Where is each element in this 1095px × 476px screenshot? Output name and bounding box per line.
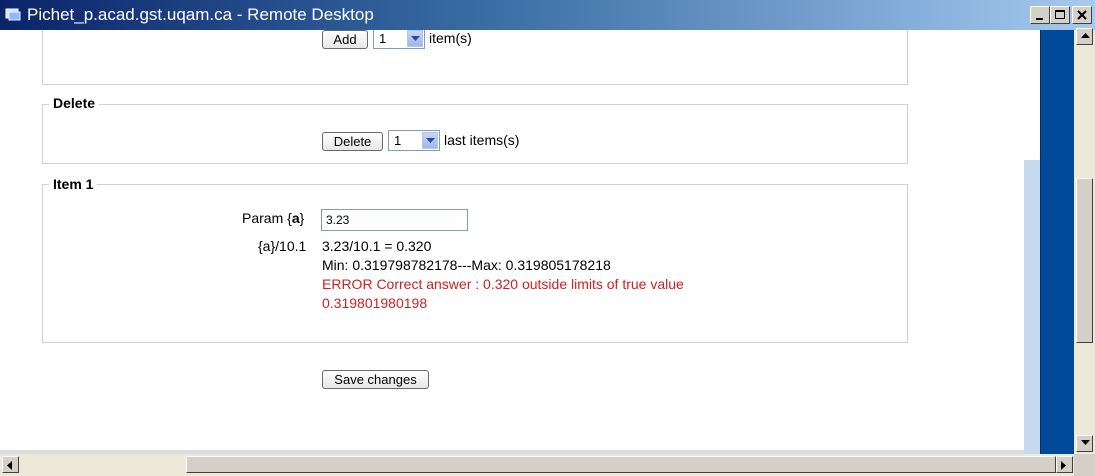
scrollbar-corner xyxy=(1074,454,1095,476)
minimize-button[interactable] xyxy=(1030,6,1050,24)
param-label: Param {a} xyxy=(242,210,305,226)
horizontal-scroll-thumb[interactable] xyxy=(186,456,1056,473)
scroll-down-button[interactable] xyxy=(1076,435,1093,452)
arrow-left-icon xyxy=(7,461,12,470)
arrow-down-icon xyxy=(1081,440,1090,445)
chevron-down-icon xyxy=(422,132,438,149)
range-text: Min: 0.319798782178---Max: 0.31980517821… xyxy=(322,257,611,273)
maximize-button[interactable] xyxy=(1050,6,1070,24)
horizontal-scrollbar[interactable] xyxy=(0,454,1074,476)
arrow-up-icon xyxy=(1081,33,1090,38)
param-name: a xyxy=(291,210,300,226)
arrow-right-icon xyxy=(1061,461,1066,470)
add-fieldset xyxy=(42,30,908,85)
formula-label: {a}/10.1 xyxy=(258,238,307,254)
add-suffix-label: item(s) xyxy=(429,30,472,46)
desktop-side-panel xyxy=(1040,30,1074,454)
param-a-input[interactable] xyxy=(321,209,468,231)
close-button[interactable] xyxy=(1072,6,1092,24)
window-title: Pichet_p.acad.gst.uqam.ca - Remote Deskt… xyxy=(27,5,374,24)
delete-button[interactable]: Delete xyxy=(322,132,383,151)
delete-suffix-label: last items(s) xyxy=(444,132,520,148)
scroll-right-button[interactable] xyxy=(1056,456,1073,473)
delete-count-value: 1 xyxy=(394,133,402,148)
delete-legend: Delete xyxy=(49,95,100,111)
item1-legend: Item 1 xyxy=(49,176,98,192)
delete-count-select[interactable]: 1 xyxy=(388,130,440,151)
inner-scrollbar-thumb[interactable] xyxy=(1024,160,1040,454)
save-changes-button[interactable]: Save changes xyxy=(322,370,429,389)
remote-side-panel xyxy=(1024,30,1074,454)
minimize-icon xyxy=(1036,18,1043,20)
add-button[interactable]: Add xyxy=(322,30,368,49)
add-count-value: 1 xyxy=(379,31,387,46)
scroll-left-button[interactable] xyxy=(2,456,19,473)
remote-desktop-icon xyxy=(5,8,21,21)
title-bar[interactable]: Pichet_p.acad.gst.uqam.ca - Remote Deskt… xyxy=(0,0,1095,30)
error-true-value: 0.319801980198 xyxy=(322,295,428,311)
scroll-up-button[interactable] xyxy=(1076,28,1093,45)
maximize-icon xyxy=(1055,10,1065,19)
error-message: ERROR Correct answer : 0.320 outside lim… xyxy=(322,276,684,292)
vertical-scroll-thumb[interactable] xyxy=(1076,178,1093,343)
remote-page: Add 1 item(s) Delete Delete 1 last items… xyxy=(0,30,1024,454)
add-count-select[interactable]: 1 xyxy=(373,30,425,49)
close-icon xyxy=(1077,10,1087,20)
vertical-scrollbar[interactable] xyxy=(1074,28,1095,454)
chevron-down-icon xyxy=(407,30,423,47)
result-text: 3.23/10.1 = 0.320 xyxy=(322,238,432,254)
